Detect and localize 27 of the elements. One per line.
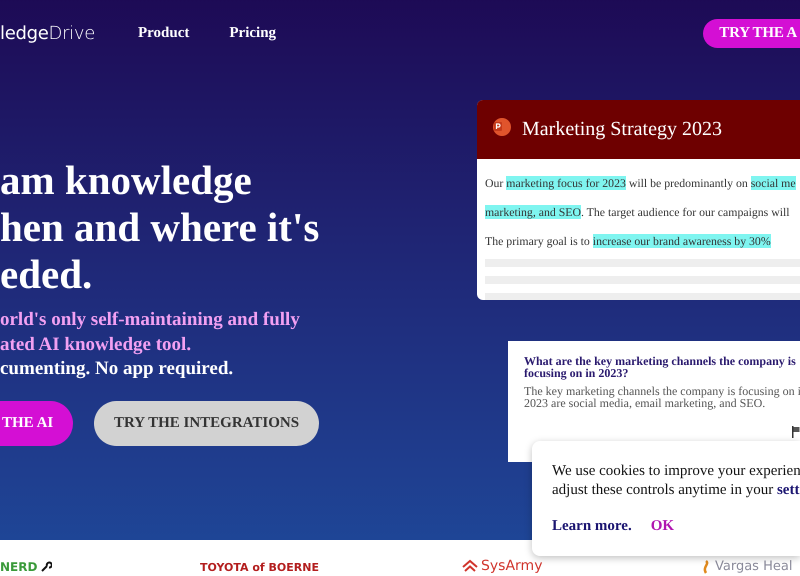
settings-link[interactable]: sett <box>776 482 800 498</box>
nav-link[interactable]: Product <box>138 24 190 42</box>
ok-button[interactable]: OK <box>650 518 674 535</box>
subtitle-text: orld's only self-maintaining and fully <box>0 308 301 332</box>
partner-logo-text: NERD <box>0 560 38 574</box>
tagline-text: cumenting. No app required. <box>0 357 234 381</box>
document-title: Marketing Strategy 2023 <box>522 118 722 141</box>
integrations-button[interactable]: TRY THE INTEGRATIONS <box>94 400 320 446</box>
headline-text: hen and where it's <box>0 204 320 251</box>
document-text: The primary goal is to increase our brand awareness by 30% <box>485 233 772 250</box>
try-button[interactable]: TRY THE A <box>703 18 800 48</box>
question-text: What are the key marketing channels the company is focusing on in 2023? <box>524 355 797 379</box>
house-icon <box>462 559 478 573</box>
headline-text: am knowledge <box>0 157 253 204</box>
wrench-icon <box>40 561 52 573</box>
partner-logo-text: TOYOTA of BOERNE <box>200 561 319 574</box>
partner-logo-text: SysArmy <box>481 558 542 574</box>
subtitle-text: ated AI knowledge tool. <box>0 332 192 356</box>
flag-icon <box>792 426 800 438</box>
logo-link[interactable]: ledgeDrive <box>0 22 138 44</box>
nav-link[interactable]: Pricing <box>229 24 276 42</box>
document-text: marketing, and SEO. The target audience for our campaigns will <box>485 204 791 221</box>
learn-more-link[interactable]: Learn more. <box>552 518 632 535</box>
document-text: Our marketing focus for 2023 will be predominantly on social me <box>485 175 797 192</box>
headline-text: eded. <box>0 251 94 298</box>
partner-logo-text: Vargas Heal <box>715 559 792 574</box>
try-ai-button[interactable]: THE AI <box>0 400 73 446</box>
